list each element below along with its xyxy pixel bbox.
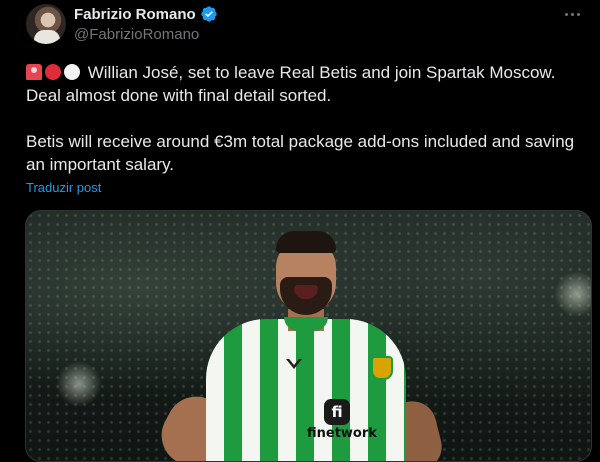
author-handle[interactable]: @FabrizioRomano [74, 26, 199, 43]
more-dot [576, 12, 580, 16]
verified-badge-icon [200, 6, 217, 22]
avatar-shirt [34, 30, 60, 44]
more-dot [570, 12, 574, 16]
player-hair [276, 231, 336, 253]
tweet-line-3: Betis will receive around €3m total pack… [26, 132, 575, 174]
author-display-name[interactable]: Fabrizio Romano [74, 6, 196, 23]
tweet-line-1: Willian José, set to leave Real Betis an… [26, 61, 586, 84]
club-crest-icon [371, 356, 393, 380]
siren-emoji-icon [26, 64, 42, 80]
translate-post-link[interactable]: Traduzir post [26, 180, 101, 195]
player-figure: fi finetwork [151, 221, 447, 461]
avatar[interactable] [26, 4, 66, 44]
more-options-icon[interactable] [560, 6, 584, 22]
white-circle-emoji-icon [64, 64, 80, 80]
tweet: Fabrizio Romano @FabrizioRomano Willian … [0, 0, 600, 462]
tweet-line-2: Deal almost done with final detail sorte… [26, 86, 332, 105]
floodlight [554, 271, 591, 317]
sponsor-logo-icon: fi [324, 399, 350, 425]
sponsor-name: finetwork [307, 426, 377, 441]
author-name-row: Fabrizio Romano [74, 4, 218, 24]
tweet-media-image[interactable]: fi finetwork [25, 210, 592, 462]
red-circle-emoji-icon [45, 64, 61, 80]
floodlight [56, 361, 102, 407]
tweet-line-1-text: Willian José, set to leave Real Betis an… [87, 63, 556, 82]
more-dot [564, 12, 568, 16]
tweet-text: Willian José, set to leave Real Betis an… [26, 61, 586, 176]
